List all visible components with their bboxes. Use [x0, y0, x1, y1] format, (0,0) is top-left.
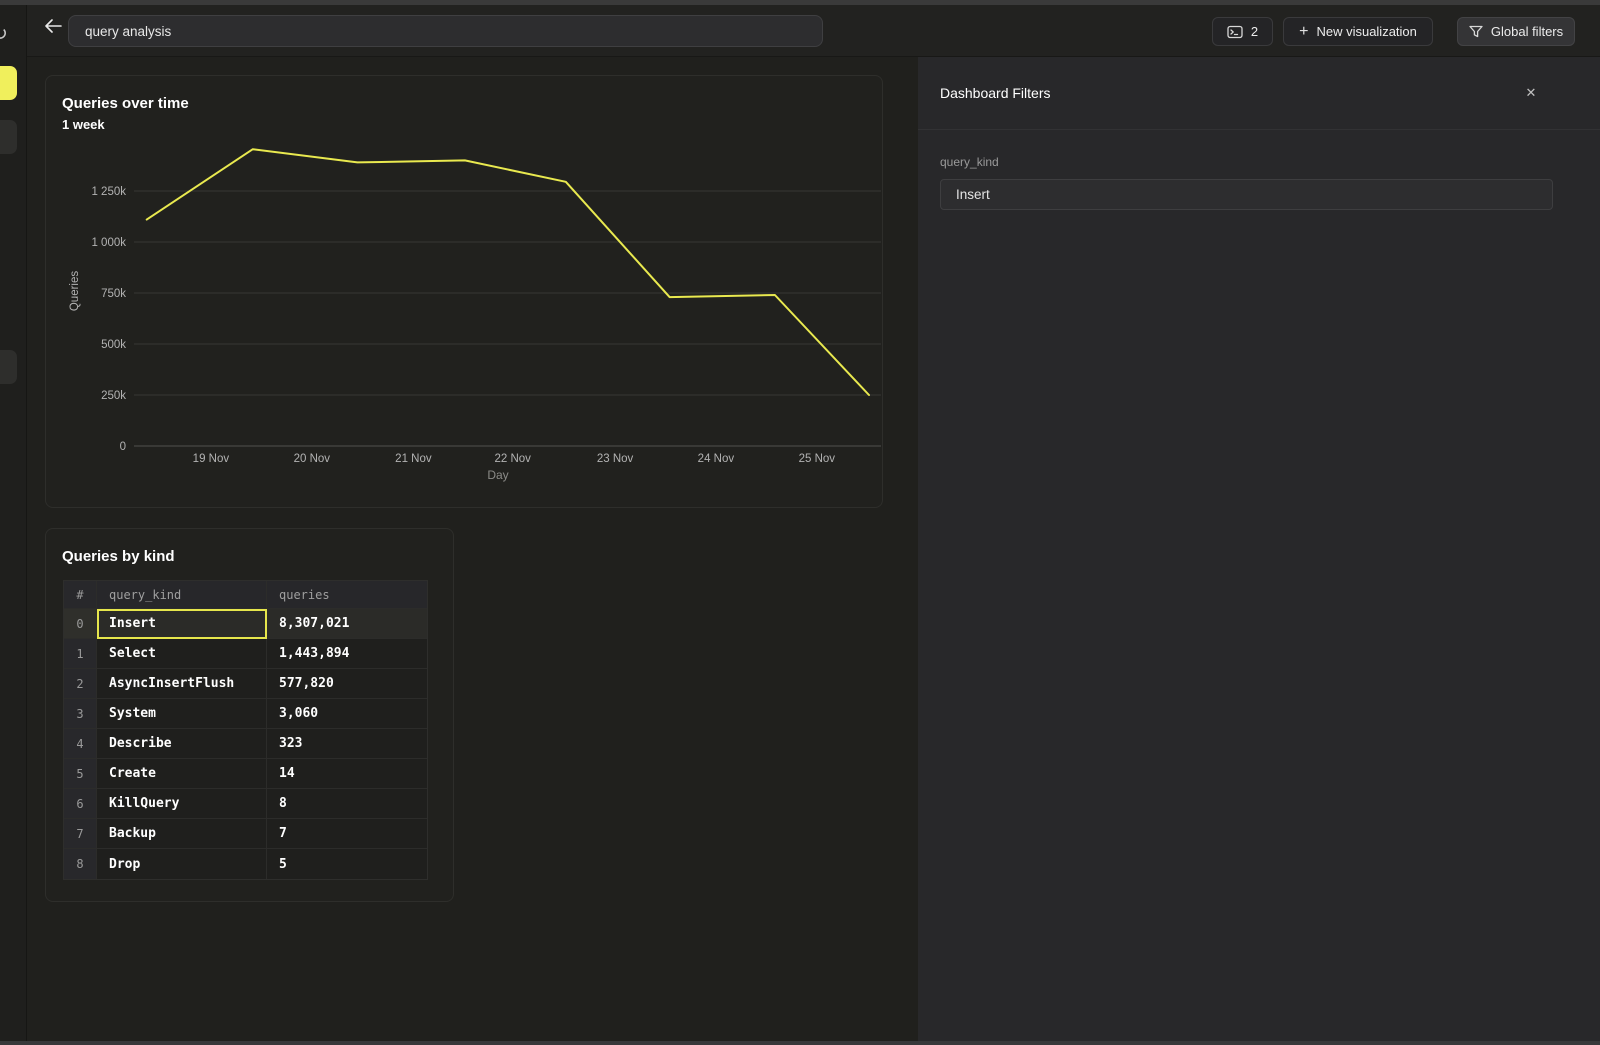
- y-tick-label: 1 000k: [91, 237, 126, 249]
- query-kind-cell[interactable]: Insert: [97, 609, 267, 639]
- x-tick-label: 21 Nov: [395, 453, 432, 465]
- table-row: 1 Select 1,443,894: [64, 639, 427, 669]
- queries-over-time-chart[interactable]: 0 250k 500k 750k 1 000k 1 250k 19 Nov 20 Nov 21 …: [46, 76, 882, 507]
- table-row: 4 Describe 323: [64, 729, 427, 759]
- row-index: 2: [64, 669, 97, 699]
- global-filters-label: Global filters: [1491, 24, 1563, 39]
- column-header-query-kind[interactable]: query_kind: [97, 581, 267, 609]
- queries-cell[interactable]: 8,307,021: [267, 609, 427, 639]
- table-title: Queries by kind: [62, 548, 175, 565]
- x-tick-label: 22 Nov: [494, 453, 531, 465]
- row-index: 0: [64, 609, 97, 639]
- close-icon[interactable]: ✕: [1521, 83, 1541, 103]
- window-bottom-edge: [0, 1041, 1600, 1045]
- rail-swatch-active[interactable]: [0, 66, 17, 100]
- row-index: 4: [64, 729, 97, 759]
- x-tick-label: 23 Nov: [597, 453, 634, 465]
- filter-field-label: query_kind: [940, 155, 999, 169]
- funnel-icon: [1469, 25, 1483, 38]
- rail-swatch[interactable]: [0, 120, 17, 154]
- plus-icon: +: [1299, 23, 1308, 41]
- back-arrow-icon[interactable]: [38, 11, 68, 41]
- y-tick-label: 1 250k: [91, 186, 126, 198]
- refresh-icon[interactable]: ↻: [0, 23, 8, 46]
- console-count: 2: [1251, 24, 1258, 39]
- table-row: 8 Drop 5: [64, 849, 427, 879]
- table-row: 5 Create 14: [64, 759, 427, 789]
- y-tick-label: 250k: [101, 390, 126, 402]
- queries-cell[interactable]: 14: [267, 759, 427, 789]
- queries-by-kind-table: # query_kind queries 0 Insert 8,307,021 …: [63, 580, 428, 880]
- queries-cell[interactable]: 5: [267, 849, 427, 879]
- query-kind-cell[interactable]: KillQuery: [97, 789, 267, 819]
- table-row: 2 AsyncInsertFlush 577,820: [64, 669, 427, 699]
- global-filters-button[interactable]: Global filters: [1457, 17, 1575, 46]
- queries-cell[interactable]: 577,820: [267, 669, 427, 699]
- x-axis-title: Day: [487, 468, 508, 482]
- row-index: 5: [64, 759, 97, 789]
- query-kind-cell[interactable]: System: [97, 699, 267, 729]
- filters-panel-title: Dashboard Filters: [940, 85, 1051, 101]
- x-tick-label: 19 Nov: [193, 453, 230, 465]
- queries-cell[interactable]: 323: [267, 729, 427, 759]
- table-row: 3 System 3,060: [64, 699, 427, 729]
- column-header-index[interactable]: #: [64, 581, 97, 609]
- row-index: 7: [64, 819, 97, 849]
- y-tick-label: 750k: [101, 288, 126, 300]
- x-tick-label: 20 Nov: [294, 453, 331, 465]
- query-kind-cell[interactable]: Drop: [97, 849, 267, 879]
- x-tick-label: 24 Nov: [698, 453, 735, 465]
- row-index: 6: [64, 789, 97, 819]
- console-count-button[interactable]: 2: [1212, 17, 1273, 46]
- query-kind-cell[interactable]: Create: [97, 759, 267, 789]
- row-index: 1: [64, 639, 97, 669]
- query-kind-cell[interactable]: AsyncInsertFlush: [97, 669, 267, 699]
- query-kind-cell[interactable]: Backup: [97, 819, 267, 849]
- table-row: 0 Insert 8,307,021: [64, 609, 427, 639]
- console-icon: [1227, 25, 1243, 39]
- queries-cell[interactable]: 7: [267, 819, 427, 849]
- top-bar: 2 + New visualization Global filters: [27, 5, 1600, 57]
- dashboard-canvas: Queries over time 1 week 0250k500k750k1 …: [27, 57, 918, 1041]
- query-kind-cell[interactable]: Describe: [97, 729, 267, 759]
- y-tick-label: 500k: [101, 339, 126, 351]
- new-visualization-label: New visualization: [1316, 24, 1416, 39]
- queries-line-series: [147, 149, 869, 395]
- table-row: 7 Backup 7: [64, 819, 427, 849]
- dashboard-filters-panel: Dashboard Filters ✕ query_kind: [918, 57, 1600, 1041]
- table-row: 6 KillQuery 8: [64, 789, 427, 819]
- x-tick-label: 25 Nov: [799, 453, 836, 465]
- rail-swatch[interactable]: [0, 350, 17, 384]
- row-index: 3: [64, 699, 97, 729]
- queries-by-kind-card: Queries by kind # query_kind queries 0 I…: [45, 528, 454, 902]
- query-kind-cell[interactable]: Select: [97, 639, 267, 669]
- column-header-queries[interactable]: queries: [267, 581, 427, 609]
- table-header-row: # query_kind queries: [64, 581, 427, 609]
- left-rail: ↻: [0, 5, 27, 1041]
- new-visualization-button[interactable]: + New visualization: [1283, 17, 1433, 46]
- queries-cell[interactable]: 8: [267, 789, 427, 819]
- y-axis-title: Queries: [69, 271, 81, 312]
- y-tick-label: 0: [120, 441, 126, 453]
- queries-cell[interactable]: 1,443,894: [267, 639, 427, 669]
- dashboard-title-input[interactable]: [68, 15, 823, 47]
- queries-cell[interactable]: 3,060: [267, 699, 427, 729]
- filters-panel-header: Dashboard Filters ✕: [918, 57, 1600, 130]
- query-kind-filter-input[interactable]: [940, 179, 1553, 210]
- queries-over-time-card: Queries over time 1 week 0250k500k750k1 …: [45, 75, 883, 508]
- row-index: 8: [64, 849, 97, 879]
